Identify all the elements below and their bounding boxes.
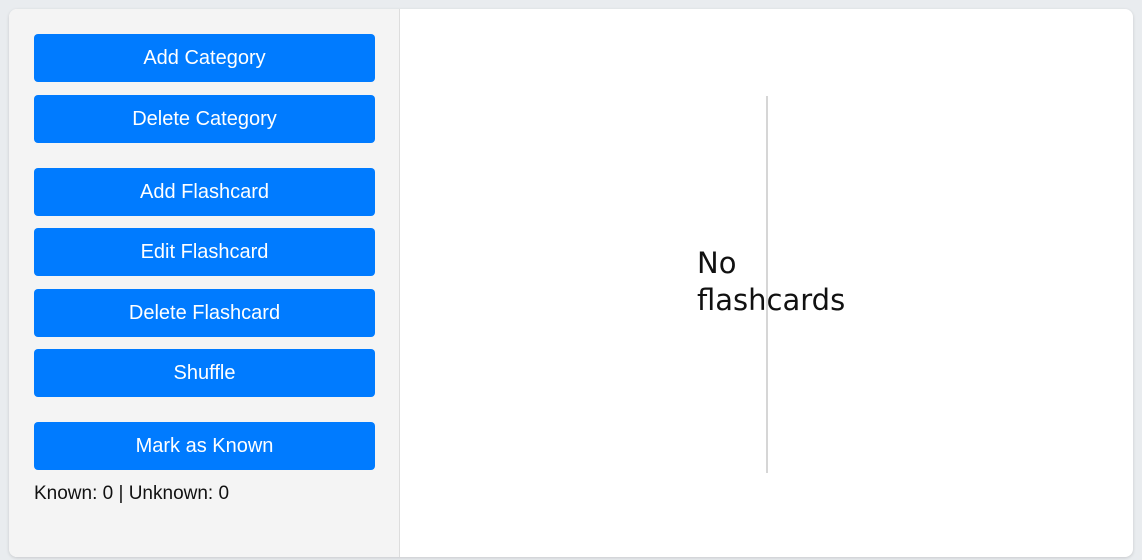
flashcard-area: No flashcards (400, 9, 1133, 557)
sidebar: Add Category Delete Category Add Flashca… (9, 9, 400, 557)
add-category-button[interactable]: Add Category (34, 34, 375, 82)
flashcard-text[interactable]: No flashcards (697, 245, 857, 319)
edit-flashcard-button[interactable]: Edit Flashcard (34, 228, 375, 276)
delete-flashcard-button[interactable]: Delete Flashcard (34, 289, 375, 337)
add-flashcard-button[interactable]: Add Flashcard (34, 168, 375, 216)
flashcard-app: Add Category Delete Category Add Flashca… (9, 9, 1133, 557)
shuffle-button[interactable]: Shuffle (34, 349, 375, 397)
delete-category-button[interactable]: Delete Category (34, 95, 375, 143)
mark-known-button[interactable]: Mark as Known (34, 422, 375, 470)
known-status: Known: 0 | Unknown: 0 (34, 483, 230, 504)
